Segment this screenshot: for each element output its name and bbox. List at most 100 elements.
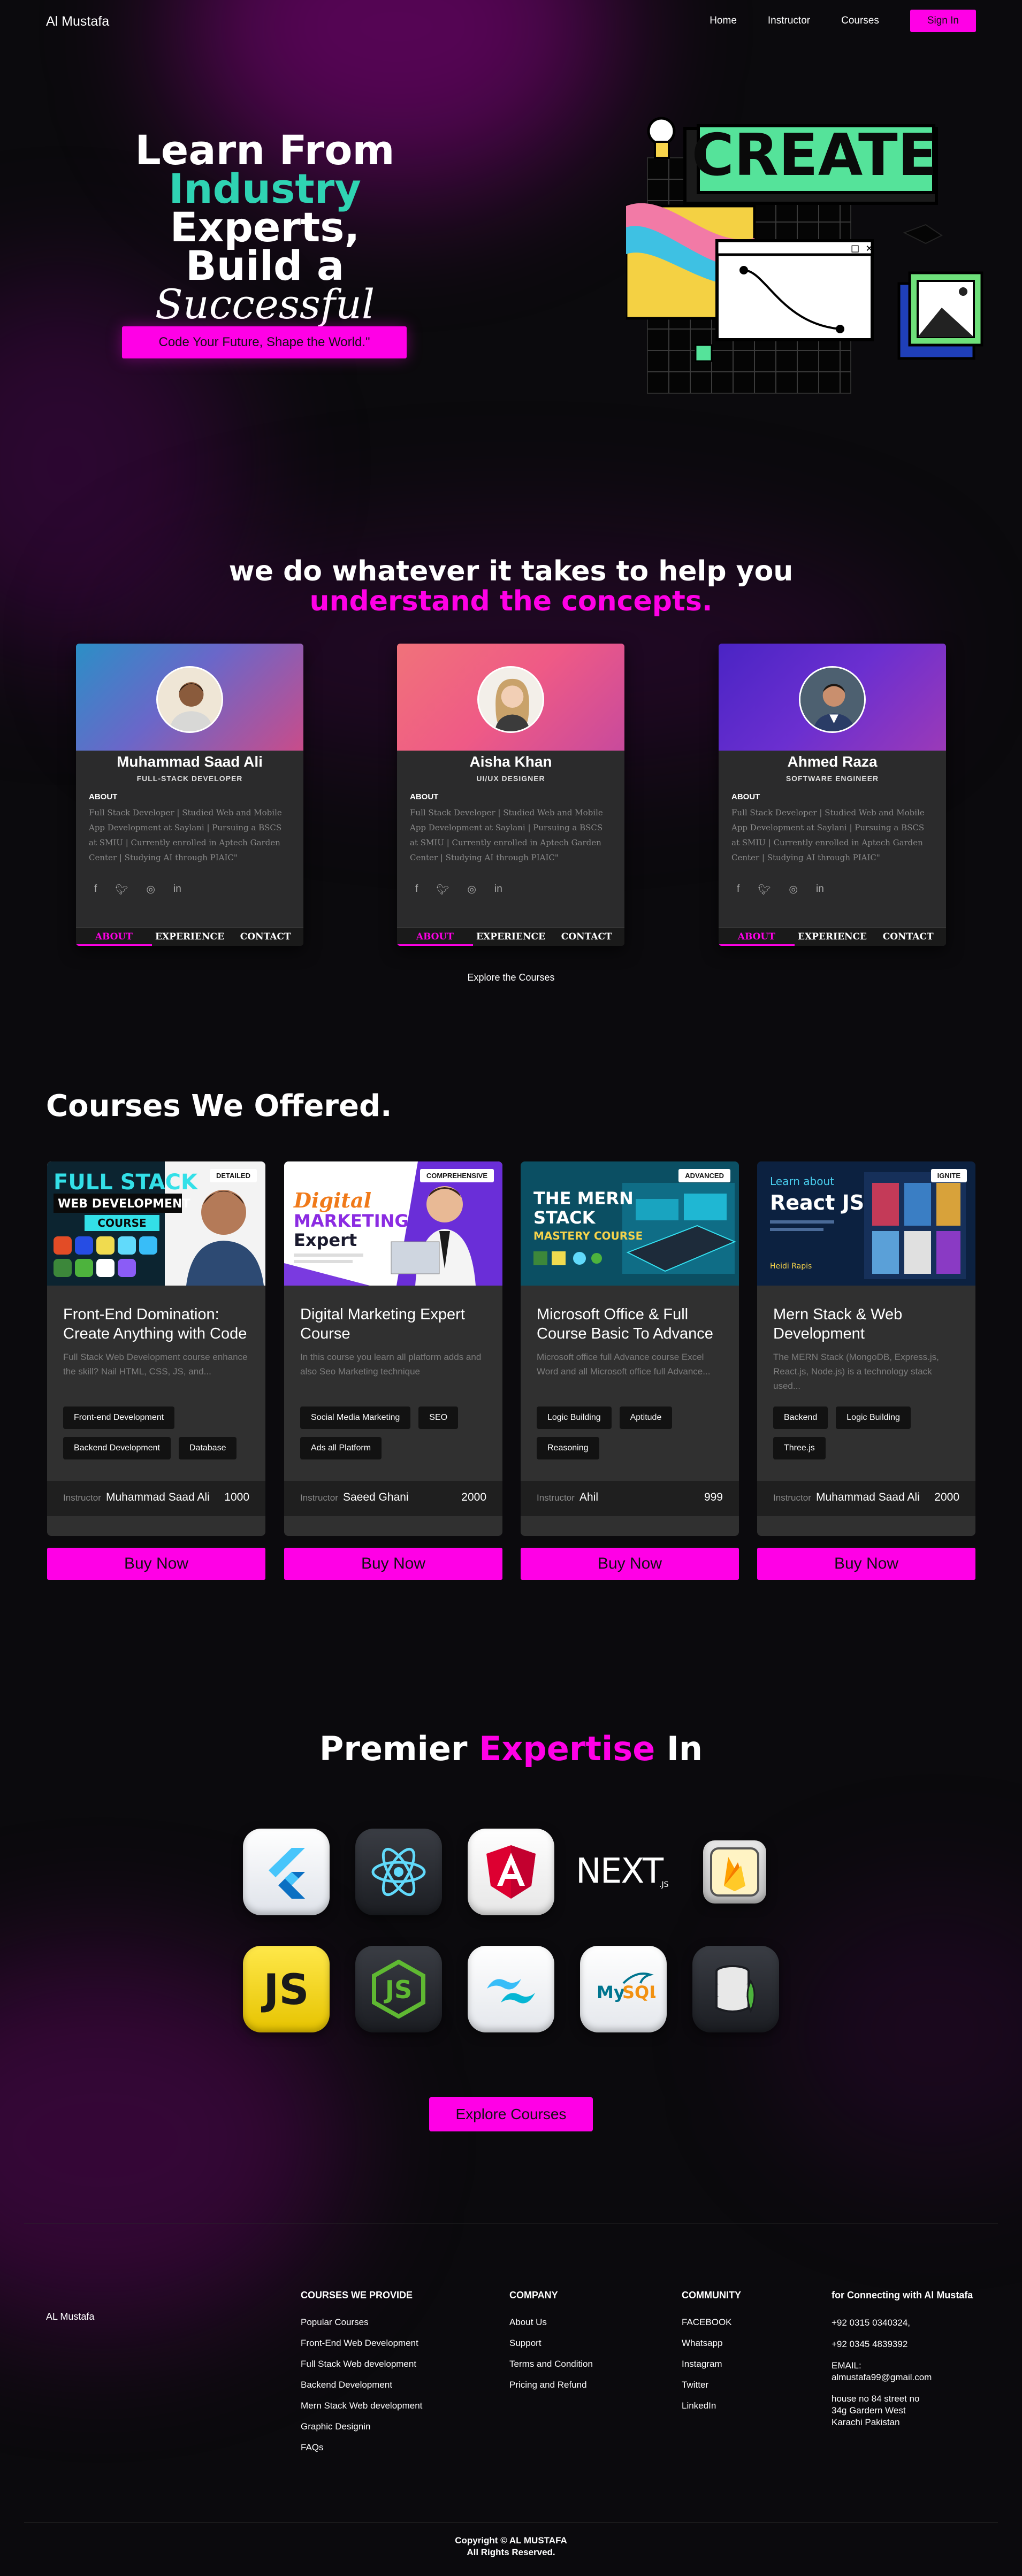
explore-courses-button[interactable]: Explore Courses <box>429 2097 593 2131</box>
footer-link[interactable]: Pricing and Refund <box>509 2380 593 2401</box>
facebook-icon[interactable]: f <box>415 883 418 896</box>
svg-text:SQL: SQL <box>622 1982 655 2002</box>
course-topics: Backend Logic Building Three.js <box>773 1407 966 1459</box>
contact-address: house no 84 street no 34g Gardern West Kar… <box>832 2393 973 2428</box>
brand-logo[interactable]: Al Mustafa <box>46 14 109 29</box>
footer-brand[interactable]: AL Mustafa <box>46 2311 94 2322</box>
buy-now-button[interactable]: Buy Now <box>521 1548 739 1580</box>
topic-chip: Backend <box>773 1407 828 1429</box>
linkedin-icon[interactable]: in <box>816 883 824 896</box>
tab-about[interactable]: ABOUT <box>76 928 152 946</box>
course-level-badge: COMPREHENSIVE <box>420 1169 494 1182</box>
twitter-icon[interactable]: 🐦︎ <box>115 883 128 896</box>
sign-in-button[interactable]: Sign In <box>910 10 976 32</box>
linkedin-icon[interactable]: in <box>173 883 181 896</box>
topic-chip: Logic Building <box>836 1407 911 1429</box>
buy-now-button[interactable]: Buy Now <box>757 1548 975 1580</box>
about-heading: ABOUT <box>731 792 760 801</box>
twitter-icon[interactable]: 🐦︎ <box>436 883 449 896</box>
top-navbar: Al Mustafa Home Instructor Courses Sign … <box>0 0 1022 42</box>
tab-experience[interactable]: EXPERIENCE <box>795 928 871 946</box>
copyright-line-2: All Rights Reserved. <box>467 2547 555 2557</box>
footer-link-instagram[interactable]: Instagram <box>682 2359 741 2380</box>
instructor-name: Saeed Ghani <box>343 1491 409 1503</box>
topic-chip: Front-end Development <box>63 1407 175 1429</box>
course-title[interactable]: Digital Marketing Expert Course <box>300 1305 487 1343</box>
tab-about[interactable]: ABOUT <box>397 928 473 946</box>
footer-heading: COMPANY <box>509 2290 558 2300</box>
course-title[interactable]: Microsoft Office & Full Course Basic To … <box>537 1305 724 1343</box>
nav-link-home[interactable]: Home <box>710 15 737 27</box>
thumb-line-2: React JS <box>770 1191 864 1214</box>
topic-chip: Logic Building <box>537 1407 612 1429</box>
mysql-icon: My SQL <box>580 1946 667 2032</box>
course-title[interactable]: Front-End Domination: Create Anything wi… <box>63 1305 250 1343</box>
footer-link-linkedin[interactable]: LinkedIn <box>682 2401 741 2421</box>
instagram-icon[interactable]: ◎ <box>467 883 476 896</box>
tab-contact[interactable]: CONTACT <box>870 928 946 946</box>
footer-link-twitter[interactable]: Twitter <box>682 2380 741 2401</box>
footer-link[interactable]: Backend Development <box>301 2380 422 2401</box>
course-description: Full Stack Web Development course enhanc… <box>63 1352 248 1377</box>
nav-link-courses[interactable]: Courses <box>841 15 879 27</box>
instructor-name: Muhammad Saad Ali <box>106 1491 210 1503</box>
footer-link[interactable]: About Us <box>509 2317 593 2338</box>
instagram-icon[interactable]: ◎ <box>146 883 155 896</box>
thumb-line-2: STACK <box>533 1207 596 1228</box>
tab-contact[interactable]: CONTACT <box>548 928 624 946</box>
nextjs-icon: NEXT .JS <box>570 1829 677 1915</box>
footer-link[interactable]: FAQs <box>301 2442 422 2463</box>
footer-link[interactable]: Mern Stack Web development <box>301 2401 422 2421</box>
topic-chip: SEO <box>418 1407 459 1429</box>
tab-contact[interactable]: CONTACT <box>227 928 303 946</box>
team-heading-line-1: we do whatever it takes to help you <box>228 555 794 587</box>
buy-now-button[interactable]: Buy Now <box>284 1548 502 1580</box>
expertise-heading: Premier Expertise In <box>0 1729 1022 1768</box>
course-title[interactable]: Mern Stack & Web Development <box>773 1305 960 1343</box>
footer-link-facebook[interactable]: FACEBOOK <box>682 2317 741 2338</box>
course-level-badge: DETAILED <box>209 1169 257 1182</box>
expertise-heading-accent: Expertise <box>479 1729 655 1768</box>
footer-link[interactable]: Front-End Web Development <box>301 2338 422 2359</box>
course-description: In this course you learn all platform ad… <box>300 1352 482 1377</box>
copyright: Copyright © AL MUSTAFA All Rights Reserv… <box>0 2535 1022 2558</box>
footer-link[interactable]: Terms and Condition <box>509 2359 593 2380</box>
footer-heading: COMMUNITY <box>682 2290 741 2300</box>
hero-cta-button[interactable]: Code Your Future, Shape the World." <box>122 326 407 358</box>
course-card: FULL STACK WEB DEVELOPMENT COURSE DETAIL… <box>47 1161 265 1580</box>
team-heading-line-2: understand the concepts. <box>309 585 713 617</box>
about-text: Full Stack Developer | Studied Web and M… <box>89 808 282 862</box>
buy-now-button[interactable]: Buy Now <box>47 1548 265 1580</box>
course-topics: Logic Building Aptitude Reasoning <box>537 1407 729 1459</box>
course-price: 2000 <box>934 1491 959 1503</box>
footer-link[interactable]: Support <box>509 2338 593 2359</box>
svg-text:JS: JS <box>384 1975 412 2004</box>
facebook-icon[interactable]: f <box>94 883 97 896</box>
footer-link-whatsapp[interactable]: Whatsapp <box>682 2338 741 2359</box>
course-description: The MERN Stack (MongoDB, Express.js, Rea… <box>773 1352 939 1391</box>
social-links: f 🐦︎ ◎ in <box>94 883 181 896</box>
tab-experience[interactable]: EXPERIENCE <box>152 928 228 946</box>
footer-link[interactable]: Popular Courses <box>301 2317 422 2338</box>
explore-courses-link[interactable]: Explore the Courses <box>0 972 1022 983</box>
contact-email-block: EMAIL: almustafa99@gmail.com <box>832 2360 973 2383</box>
email-label: EMAIL: <box>832 2360 861 2371</box>
course-price: 1000 <box>224 1491 249 1503</box>
firebase-icon <box>703 1840 766 1904</box>
topic-chip: Database <box>178 1437 237 1459</box>
about-text: Full Stack Developer | Studied Web and M… <box>410 808 603 862</box>
footer-link[interactable]: Graphic Designin <box>301 2421 422 2442</box>
email-value[interactable]: almustafa99@gmail.com <box>832 2372 932 2382</box>
linkedin-icon[interactable]: in <box>494 883 502 896</box>
footer-link[interactable]: Full Stack Web development <box>301 2359 422 2380</box>
flutter-icon <box>243 1829 330 1915</box>
instagram-icon[interactable]: ◎ <box>789 883 798 896</box>
twitter-icon[interactable]: 🐦︎ <box>758 883 771 896</box>
facebook-icon[interactable]: f <box>737 883 739 896</box>
tab-about[interactable]: ABOUT <box>719 928 795 946</box>
about-heading: ABOUT <box>410 792 439 801</box>
nav-link-instructor[interactable]: Instructor <box>768 15 810 27</box>
course-description: Microsoft office full Advance course Exc… <box>537 1352 711 1377</box>
course-price: 999 <box>704 1491 723 1503</box>
tab-experience[interactable]: EXPERIENCE <box>473 928 549 946</box>
